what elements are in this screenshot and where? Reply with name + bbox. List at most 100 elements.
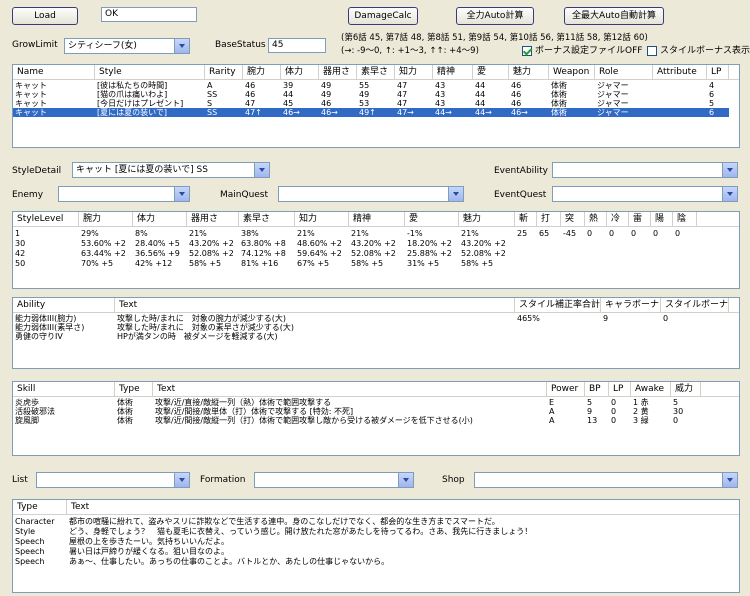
table-cell: 屋根の上を歩きたーい。気持ちいいんだよ。 [69,537,229,546]
ability-table[interactable]: Ability Text スタイル補正率合計 キャラボーナス スタイルボーナス … [12,297,740,369]
table-row[interactable]: キャット [夏には夏の装いで] SS 47↑ 46→ 46→ 49↑ 47→ 44→ 44→ 46→… [13,108,729,117]
col-agi[interactable]: 素早さ [357,65,395,80]
col-shadow[interactable]: 陰 [673,212,697,227]
table-cell: あぁ～、仕事したい。あっちの仕事のことよ。バトルとか、あたしの仕事じゃないから。 [69,557,390,566]
col-str[interactable]: 腕力 [79,212,133,227]
table-cell: 43 [435,81,446,90]
col-type[interactable]: Type [13,500,67,515]
damagecalc-button[interactable]: DamageCalc [348,7,418,25]
table-row[interactable]: キャット [今日だけはプレゼント] S 47 45 46 53 47 43 44 46 体術 ジャマー 5 [13,99,729,108]
table-row[interactable]: 勇健の守りIV HPが満タンの時 被ダメージを軽減する(大) [13,332,729,341]
list-select[interactable] [36,472,190,488]
styledetail-select[interactable]: キャット [夏には夏の装いで] SS [72,162,270,178]
table-cell: キャット [15,99,47,108]
col-ability[interactable]: Ability [13,298,115,313]
style-table[interactable]: Name Style Rarity 腕力 体力 器用さ 素早さ 知力 精神 愛 … [12,64,740,148]
col-awake[interactable]: Awake [631,382,671,397]
table-cell: -1% [407,229,423,238]
col-lp[interactable]: LP [707,65,729,80]
col-might[interactable]: 威力 [671,382,701,397]
col-chara-bonus[interactable]: キャラボーナス [601,298,661,313]
table-row[interactable]: 1 29% 8% 21% 38% 21% 21% -1% 21% 25 65 -45 0 0 0 0 0 [13,229,729,238]
table-row[interactable]: Character 都市の喧騒に紛れて、盗みやスリに詐欺などで生活する連中。身のこ… [13,517,729,526]
col-text[interactable]: Text [67,500,739,515]
col-slash[interactable]: 斬 [515,212,537,227]
col-power[interactable]: Power [547,382,585,397]
col-lp[interactable]: LP [609,382,631,397]
table-cell: 21% [351,229,369,238]
table-row[interactable]: キャット [猫の爪は痛いわよ] SS 46 44 49 49 47 43 44 46 体術 ジャマー 6 [13,90,729,99]
table-row[interactable]: 旋風脚 体術 攻撃/近/間接/敵縦一列（打）体術で範囲攻撃し敵から受ける被ダメージを… [13,416,729,425]
table-cell: 58% +5 [351,259,384,268]
col-sun[interactable]: 陽 [651,212,673,227]
table-row[interactable]: 炎虎歩 体術 攻撃/近/直接/敵縦一列（熱）体術で範囲攻撃する E 5 0 1 赤 5 [13,398,729,407]
col-heat[interactable]: 熱 [585,212,607,227]
col-dex[interactable]: 器用さ [319,65,357,80]
table-row[interactable]: Speech 屋根の上を歩きたーい。気持ちいいんだよ。 [13,537,729,546]
table-row[interactable]: 30 53.60% +2 28.40% +5 43.20% +2 63.80% +8 48… [13,239,729,248]
table-cell: 体術 [551,90,567,99]
col-blunt[interactable]: 打 [537,212,561,227]
col-skill[interactable]: Skill [13,382,115,397]
table-cell: 3 緑 [633,416,649,425]
col-style-rate[interactable]: スタイル補正率合計 [515,298,601,313]
col-stylelevel[interactable]: StyleLevel [13,212,79,227]
table-cell: 体術 [117,398,133,407]
col-wil[interactable]: 精神 [349,212,405,227]
col-cold[interactable]: 冷 [607,212,629,227]
col-role[interactable]: Role [595,65,653,80]
col-dex[interactable]: 器用さ [187,212,239,227]
basestatus-input[interactable]: 45 [268,38,326,53]
style-bonus-checkbox[interactable] [647,46,657,56]
col-name[interactable]: Name [13,65,95,80]
level-table[interactable]: StyleLevel 腕力 体力 器用さ 素早さ 知力 精神 愛 魅力 斬 打 … [12,211,740,289]
col-pierce[interactable]: 突 [561,212,585,227]
table-row[interactable]: 活殺破邪法 体術 攻撃/近/間接/敵単体（打）体術で攻撃する [特効: 不死] A 9 0… [13,407,729,416]
col-cha[interactable]: 魅力 [509,65,549,80]
col-rarity[interactable]: Rarity [205,65,243,80]
table-row[interactable]: 42 63.44% +2 36.56% +9 52.08% +2 74.12% +8 59… [13,249,729,258]
table-row[interactable]: 能力弱体III(腕力) 攻撃した時/まれに 対象の腕力が減少する(大) 465% 9 0 [13,314,729,323]
mainquest-select[interactable] [278,186,464,202]
col-attribute[interactable]: Attribute [653,65,707,80]
col-love[interactable]: 愛 [405,212,459,227]
col-style-bonus[interactable]: スタイルボーナス [661,298,729,313]
table-cell: 0 [675,229,681,238]
col-bp[interactable]: BP [585,382,609,397]
bonus-file-checkbox[interactable] [522,46,532,56]
col-end[interactable]: 体力 [281,65,319,80]
all-auto-calc-button[interactable]: 全最大Auto自動計算 [564,7,664,25]
enemy-select[interactable] [58,186,190,202]
table-row[interactable]: 50 70% +5 42% +12 58% +5 81% +16 67% +5 58% +5… [13,259,729,268]
table-row[interactable]: Style どう、身軽でしょう？ 猫も夏毛に衣替え、っていう感じ。開け放たれた窓が… [13,527,729,536]
col-thunder[interactable]: 雷 [629,212,651,227]
col-int[interactable]: 知力 [295,212,349,227]
col-style[interactable]: Style [95,65,205,80]
col-text[interactable]: Text [115,298,515,313]
col-str[interactable]: 腕力 [243,65,281,80]
col-text[interactable]: Text [153,382,547,397]
eventability-select[interactable] [552,162,738,178]
table-cell: 47 [397,90,408,99]
table-row[interactable]: Speech あぁ～、仕事したい。あっちの仕事のことよ。バトルとか、あたしの仕事じ… [13,557,729,566]
table-row[interactable]: 能力弱体III(素早さ) 攻撃した時/まれに 対象の素早さが減少する(大) [13,323,729,332]
col-end[interactable]: 体力 [133,212,187,227]
load-button[interactable]: Load [12,7,78,25]
text-table[interactable]: Type Text Character 都市の喧騒に紛れて、盗みやスリに詐欺などで… [12,499,740,593]
status-field[interactable]: OK [101,7,197,22]
table-row[interactable]: キャット [彼は私たちの時間] A 46 39 49 55 47 43 44 46 体術 ジャマー 4 [13,81,729,90]
col-wil[interactable]: 精神 [433,65,473,80]
col-weapon[interactable]: Weapon [549,65,595,80]
skill-table[interactable]: Skill Type Text Power BP LP Awake 威力 炎虎歩… [12,381,740,456]
col-love[interactable]: 愛 [473,65,509,80]
auto-calc-button[interactable]: 全力Auto計算 [456,7,534,25]
col-int[interactable]: 知力 [395,65,433,80]
table-row[interactable]: Speech 暑い日は戸締りが緩くなる。狙い目なのよ。 [13,547,729,556]
col-agi[interactable]: 素早さ [239,212,295,227]
eventquest-select[interactable] [552,186,738,202]
growlimit-select[interactable]: シティシーフ(女) [64,38,190,54]
col-type[interactable]: Type [115,382,153,397]
col-cha[interactable]: 魅力 [459,212,515,227]
shop-select[interactable] [474,472,738,488]
formation-select[interactable] [254,472,414,488]
